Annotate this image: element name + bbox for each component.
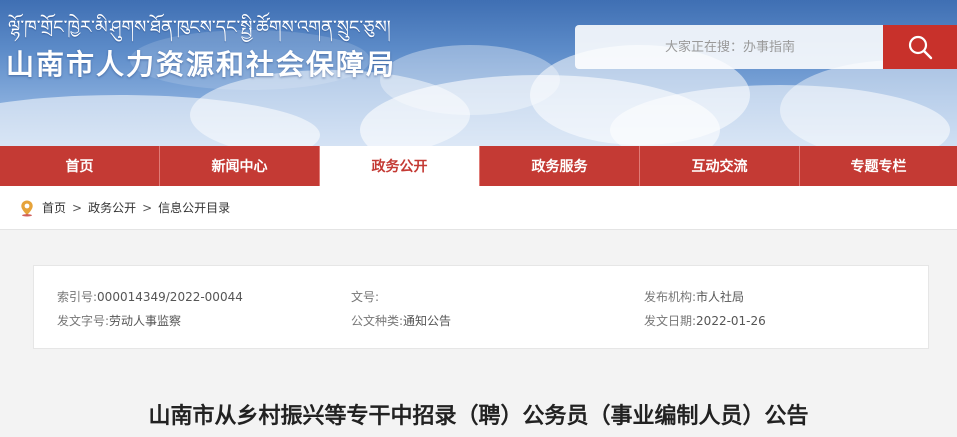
breadcrumb-gov-affairs-link[interactable]: 政务公开 xyxy=(88,199,136,216)
doc-number: 文号: xyxy=(351,288,379,305)
publishing-org-label: 发布机构: xyxy=(644,290,697,304)
doc-type-value: 通知公告 xyxy=(403,314,452,328)
breadcrumb-separator: > xyxy=(142,200,153,215)
nav-item-gov-affairs[interactable]: 政务公开 xyxy=(320,146,480,186)
publishing-org-value: 市人社局 xyxy=(696,290,745,304)
index-number-value: 000014349/2022-00044 xyxy=(97,290,243,304)
doc-type: 公文种类:通知公告 xyxy=(351,312,451,329)
nav-item-gov-services[interactable]: 政务服务 xyxy=(480,146,640,186)
nav-item-news[interactable]: 新闻中心 xyxy=(160,146,320,186)
nav-item-home[interactable]: 首页 xyxy=(0,146,160,186)
location-pin-icon xyxy=(21,200,33,216)
issue-date: 发文日期:2022-01-26 xyxy=(644,312,766,329)
main-nav: 首页 新闻中心 政务公开 政务服务 互动交流 专题专栏 xyxy=(0,146,957,186)
index-number-label: 索引号: xyxy=(57,290,98,304)
breadcrumb-separator: > xyxy=(72,200,83,215)
issue-word-label: 发文字号: xyxy=(57,314,110,328)
issue-date-value: 2022-01-26 xyxy=(696,314,766,328)
breadcrumb-home-link[interactable]: 首页 xyxy=(42,199,66,216)
search-button[interactable] xyxy=(883,25,957,69)
index-number: 索引号:000014349/2022-00044 xyxy=(57,288,243,305)
publishing-org: 发布机构:市人社局 xyxy=(644,288,744,305)
doc-number-label: 文号: xyxy=(351,290,380,304)
nav-item-topics[interactable]: 专题专栏 xyxy=(800,146,957,186)
search-icon xyxy=(908,35,933,60)
breadcrumb-catalog-link[interactable]: 信息公开目录 xyxy=(158,199,230,216)
search-field[interactable] xyxy=(575,25,883,69)
doc-type-label: 公文种类: xyxy=(351,314,404,328)
article-title: 山南市从乡村振兴等专干中招录（聘）公务员（事业编制人员）公告 xyxy=(148,404,809,429)
search-input[interactable] xyxy=(665,39,875,55)
site-title: 山南市人力资源和社会保障局 xyxy=(6,48,397,81)
issue-date-label: 发文日期: xyxy=(644,314,697,328)
issue-word: 发文字号:劳动人事监察 xyxy=(57,312,181,329)
header-banner: ལྷོ་ཁ་གྲོང་ཁྱེར་མི་ཤུགས་ཐོན་ཁུངས་དང་སྤྱི… xyxy=(0,0,957,146)
issue-word-value: 劳动人事监察 xyxy=(109,314,182,328)
breadcrumb: 首页 > 政务公开 > 信息公开目录 xyxy=(0,186,957,230)
nav-item-interaction[interactable]: 互动交流 xyxy=(640,146,800,186)
document-info-box: 索引号:000014349/2022-00044 文号: 发布机构:市人社局 发… xyxy=(33,265,929,349)
